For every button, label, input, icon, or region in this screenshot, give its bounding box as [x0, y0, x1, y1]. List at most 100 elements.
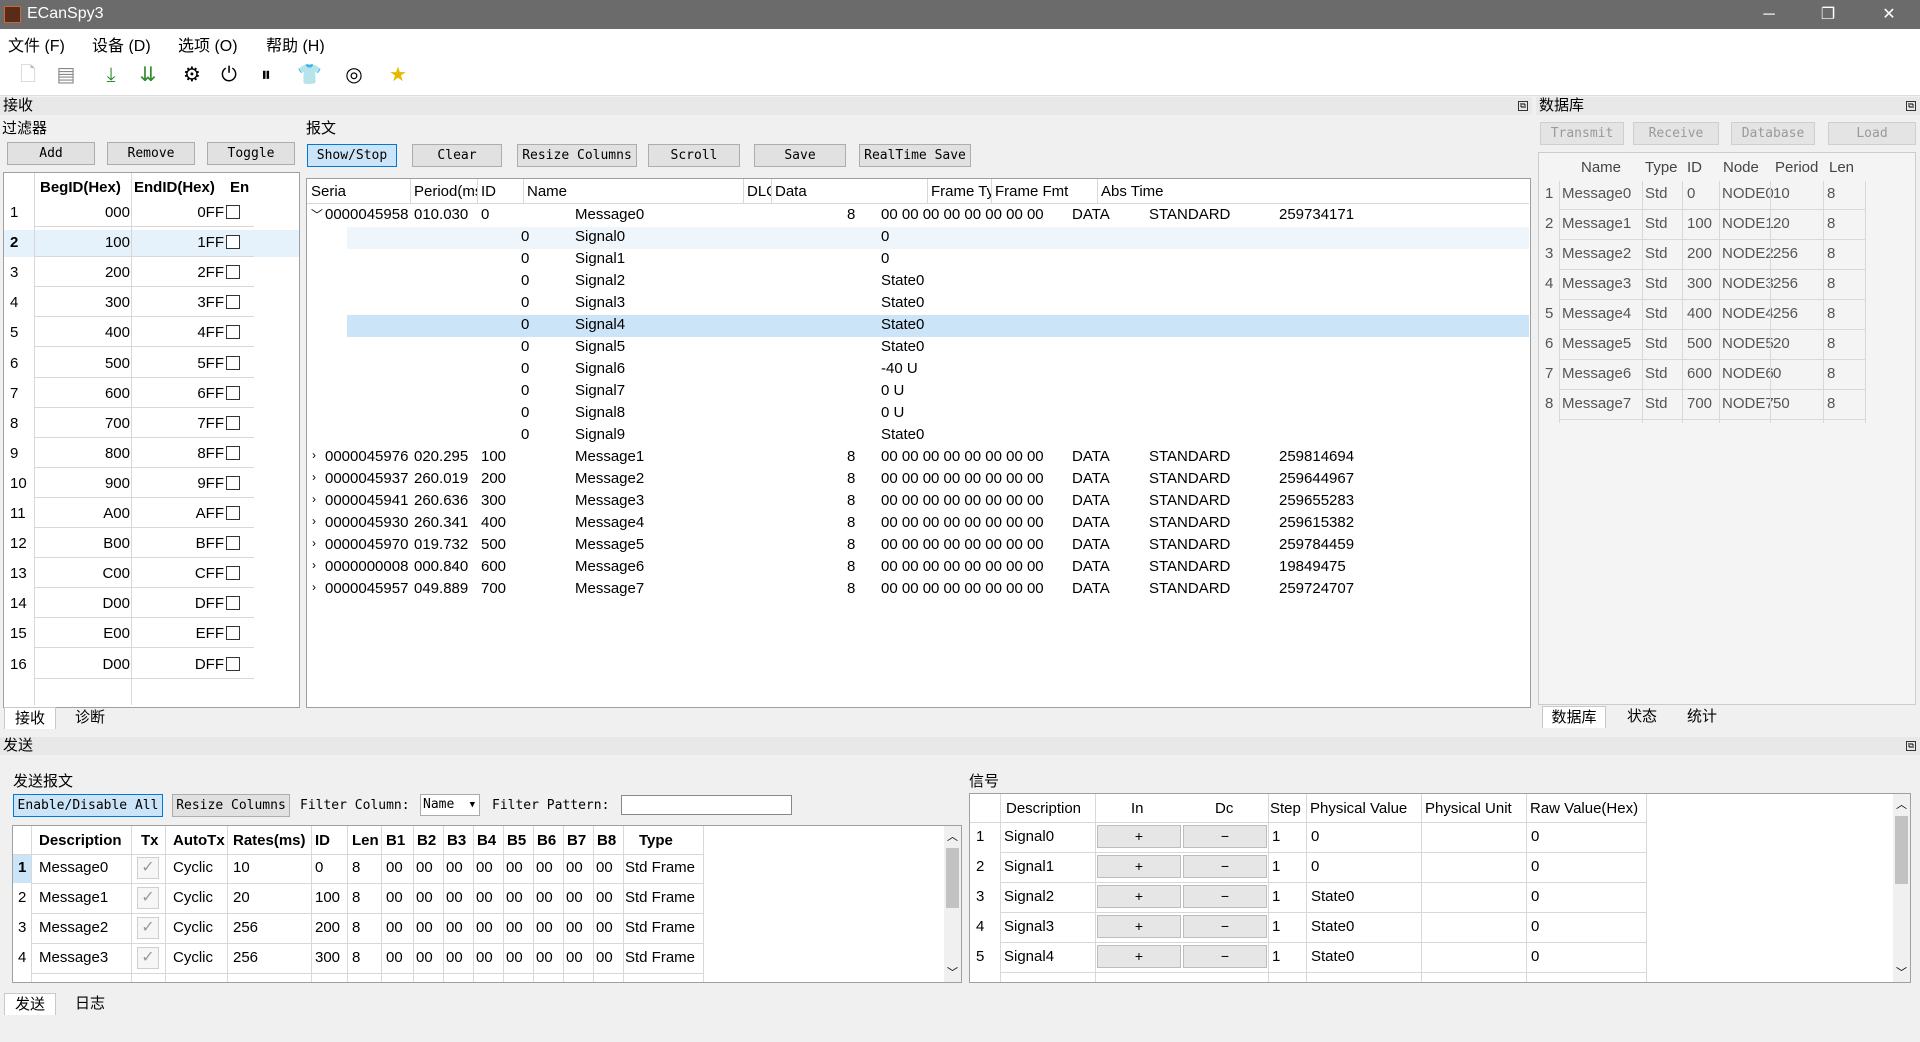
endid-cell[interactable]: DFF — [134, 656, 224, 673]
menu-options[interactable]: 选项 (O) — [178, 32, 238, 56]
byte-cell[interactable]: 00 — [446, 859, 463, 876]
enable-checkbox[interactable] — [226, 415, 240, 430]
byte-cell[interactable]: 00 — [566, 949, 583, 966]
column-header[interactable]: B8 — [597, 832, 616, 849]
scrollbar-thumb[interactable] — [1895, 816, 1908, 884]
float-icon[interactable]: ⧉ — [1906, 101, 1916, 111]
increment-button[interactable]: + — [1097, 915, 1181, 938]
byte-cell[interactable]: 00 — [386, 949, 403, 966]
byte-cell[interactable]: 00 — [566, 889, 583, 906]
byte-cell[interactable]: 00 — [596, 919, 613, 936]
endid-cell[interactable]: 0FF — [134, 204, 224, 221]
tab-database[interactable]: 数据库 — [1542, 706, 1606, 728]
clear-button[interactable]: Clear — [412, 144, 502, 167]
endid-cell[interactable]: DFF — [134, 595, 224, 612]
raw-value-cell[interactable]: 0 — [1531, 828, 1539, 845]
db-cell[interactable]: Std — [1645, 305, 1668, 322]
begid-cell[interactable]: 500 — [34, 355, 130, 372]
column-header[interactable]: Period(ms — [414, 183, 477, 200]
db-cell[interactable]: NODE3 — [1722, 275, 1774, 292]
byte-cell[interactable]: 00 — [386, 919, 403, 936]
byte-cell[interactable]: 00 — [476, 919, 493, 936]
column-header[interactable]: Type — [639, 832, 673, 849]
transmit-button[interactable]: Transmit — [1540, 122, 1624, 145]
column-header[interactable]: B7 — [567, 832, 586, 849]
chevron-right-icon[interactable]: › — [312, 580, 316, 594]
column-header[interactable]: Raw Value(Hex) — [1530, 800, 1638, 817]
increment-button[interactable]: + — [1097, 885, 1181, 908]
db-cell[interactable]: 8 — [1827, 365, 1835, 382]
desc-cell[interactable]: Message3 — [39, 949, 108, 966]
new-icon[interactable]: 🗋 — [16, 63, 40, 87]
step-cell[interactable]: 1 — [1272, 948, 1280, 965]
desc-cell[interactable]: Message2 — [39, 919, 108, 936]
float-icon[interactable]: ⧉ — [1906, 741, 1916, 751]
endid-cell[interactable]: 6FF — [134, 385, 224, 402]
raw-value-cell[interactable]: 0 — [1531, 948, 1539, 965]
chevron-right-icon[interactable]: › — [312, 536, 316, 550]
byte-cell[interactable]: 00 — [506, 889, 523, 906]
rate-cell[interactable]: 256 — [233, 919, 258, 936]
begid-cell[interactable]: 000 — [34, 204, 130, 221]
db-cell[interactable]: Message7 — [1562, 395, 1631, 412]
type-cell[interactable]: Std Frame — [625, 859, 695, 876]
add-filter-button[interactable]: Add — [7, 142, 95, 165]
byte-cell[interactable]: 00 — [536, 949, 553, 966]
column-header[interactable]: ID — [1687, 159, 1702, 176]
star-icon[interactable]: ★ — [386, 63, 410, 87]
db-cell[interactable]: NODE6 — [1722, 365, 1774, 382]
column-header[interactable]: B4 — [477, 832, 496, 849]
byte-cell[interactable]: 00 — [566, 919, 583, 936]
endid-cell[interactable]: BFF — [134, 535, 224, 552]
byte-cell[interactable]: 00 — [536, 859, 553, 876]
vertical-scrollbar[interactable]: ︿ ﹀ — [944, 826, 961, 982]
rate-cell[interactable]: 10 — [233, 859, 250, 876]
chevron-right-icon[interactable]: › — [312, 470, 316, 484]
step-cell[interactable]: 1 — [1272, 828, 1280, 845]
db-cell[interactable]: Std — [1645, 395, 1668, 412]
column-header[interactable]: AutoTx — [173, 832, 225, 849]
enable-checkbox[interactable] — [226, 475, 240, 490]
endid-cell[interactable]: EFF — [134, 625, 224, 642]
db-cell[interactable]: 8 — [1827, 335, 1835, 352]
column-header[interactable]: B1 — [386, 832, 405, 849]
byte-cell[interactable]: 00 — [476, 949, 493, 966]
id-cell[interactable]: 100 — [315, 889, 340, 906]
column-header[interactable]: Frame Fmt — [995, 183, 1097, 200]
column-header[interactable]: Physical Unit — [1425, 800, 1512, 817]
vertical-scrollbar[interactable]: ︿ ﹀ — [1893, 794, 1910, 982]
begid-cell[interactable]: 800 — [34, 445, 130, 462]
receive-db-button[interactable]: Receive — [1633, 122, 1719, 145]
begid-cell[interactable]: D00 — [34, 595, 130, 612]
id-cell[interactable]: 300 — [315, 949, 340, 966]
db-cell[interactable]: 256 — [1773, 245, 1798, 262]
column-header[interactable]: Dc — [1215, 800, 1233, 817]
db-cell[interactable]: 400 — [1687, 305, 1712, 322]
autotx-cell[interactable]: Cyclic — [173, 949, 213, 966]
endid-cell[interactable]: 5FF — [134, 355, 224, 372]
filter-column-select[interactable]: Name ▼ — [420, 794, 480, 816]
db-cell[interactable]: Std — [1645, 185, 1668, 202]
endid-cell[interactable]: 4FF — [134, 324, 224, 341]
enable-checkbox[interactable] — [226, 596, 240, 611]
db-cell[interactable]: 8 — [1827, 215, 1835, 232]
db-cell[interactable]: 700 — [1687, 395, 1712, 412]
column-header[interactable]: B6 — [537, 832, 556, 849]
tx-checkbox[interactable]: ✓ — [137, 947, 159, 969]
refresh-icon[interactable]: ◎ — [342, 63, 366, 87]
byte-cell[interactable]: 00 — [536, 919, 553, 936]
db-cell[interactable]: 10 — [1773, 185, 1790, 202]
byte-cell[interactable]: 00 — [386, 889, 403, 906]
enable-checkbox[interactable] — [226, 355, 240, 370]
db-cell[interactable]: Std — [1645, 215, 1668, 232]
len-cell[interactable]: 8 — [352, 859, 360, 876]
enable-checkbox[interactable] — [226, 265, 240, 280]
tab-diagnose[interactable]: 诊断 — [64, 707, 116, 729]
db-cell[interactable]: NODE0 — [1722, 185, 1774, 202]
chevron-right-icon[interactable]: › — [312, 558, 316, 572]
enable-checkbox[interactable] — [226, 536, 240, 551]
desc-cell[interactable]: Message1 — [39, 889, 108, 906]
column-header[interactable]: Name — [1581, 159, 1621, 176]
column-header[interactable]: Physical Value — [1310, 800, 1407, 817]
close-button[interactable]: ✕ — [1866, 0, 1912, 29]
